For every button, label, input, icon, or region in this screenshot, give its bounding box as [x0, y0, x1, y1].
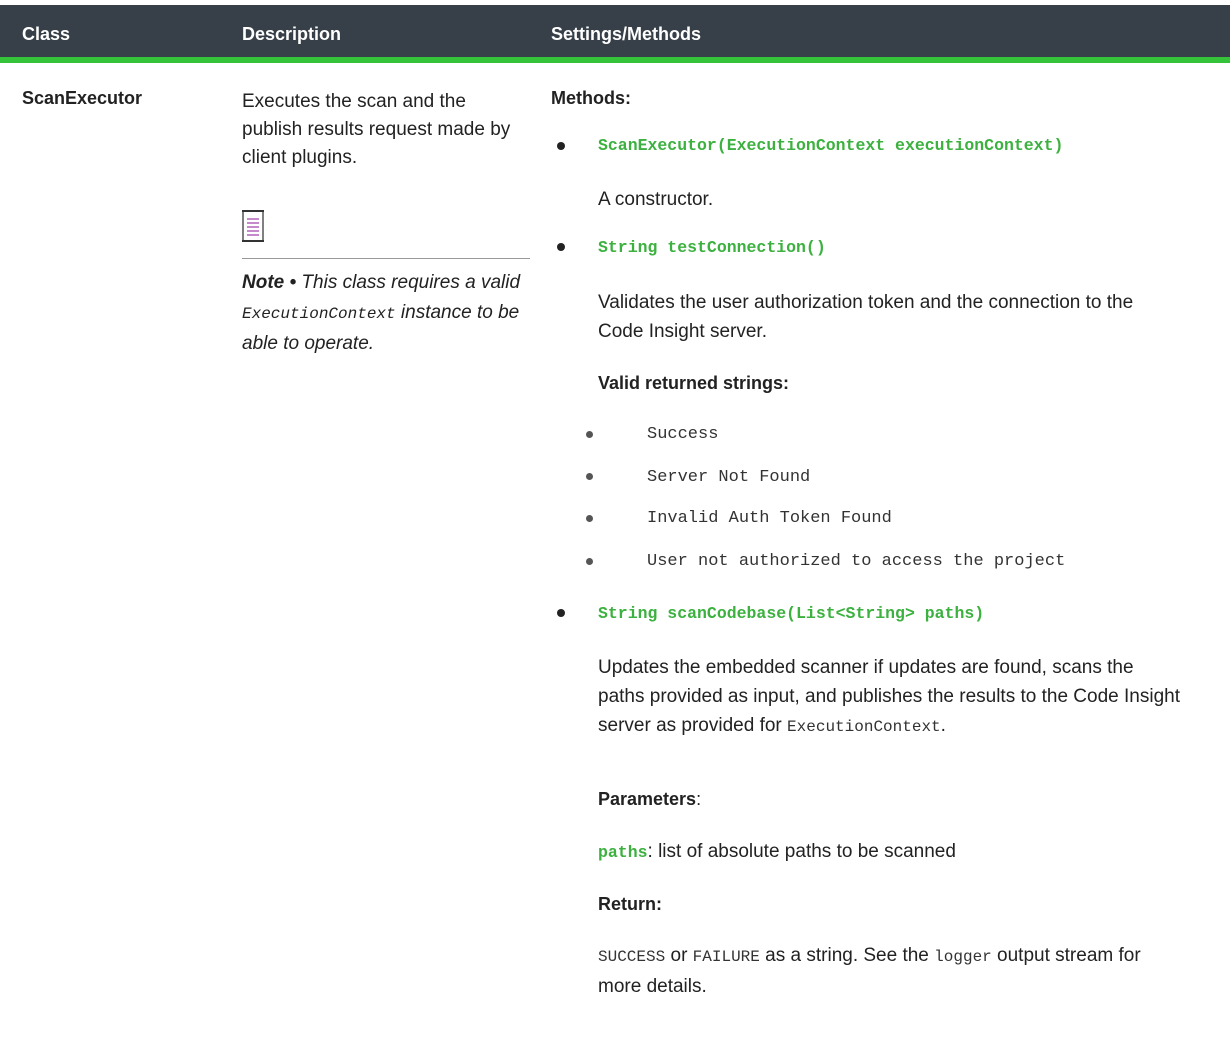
valid-strings-heading: Valid returned strings:	[598, 373, 790, 393]
method-description: Validates the user authorization token a…	[598, 292, 1134, 342]
return-failure: FAILURE	[692, 948, 760, 966]
parameters-colon: :	[696, 789, 702, 809]
return-or: or	[665, 945, 693, 966]
bullet-icon	[586, 431, 593, 438]
bullet-icon	[557, 609, 565, 617]
method-description: A constructor.	[598, 189, 714, 210]
note-text: Note • This class requires a valid Execu…	[242, 268, 530, 359]
valid-string: Success	[647, 425, 719, 444]
note-divider	[242, 258, 530, 259]
parameters-label: Parameters	[598, 789, 697, 809]
bullet-icon	[586, 515, 593, 522]
note-lead: Note •	[242, 272, 297, 293]
method-signature: String scanCodebase(List<String> paths)	[598, 604, 985, 623]
parameters-heading: Parameters:	[598, 789, 701, 810]
bullet-icon	[586, 558, 593, 565]
header-description: Description	[242, 24, 342, 44]
method-description-code: ExecutionContext	[787, 718, 941, 736]
header-accent-rule	[0, 57, 1230, 63]
note-code: ExecutionContext	[242, 305, 396, 323]
method-signature: ScanExecutor(ExecutionContext executionC…	[598, 136, 1064, 155]
return-description: SUCCESS or FAILURE as a string. See the …	[598, 941, 1188, 1001]
header-class: Class	[22, 24, 71, 44]
method-signature: String testConnection()	[598, 238, 826, 257]
parameter-description: : list of absolute paths to be scanned	[647, 841, 956, 862]
return-text-a: as a string. See the	[759, 945, 935, 966]
valid-string: Server Not Found	[647, 468, 811, 487]
valid-string: User not authorized to access the projec…	[647, 552, 1066, 571]
return-logger: logger	[934, 948, 992, 966]
class-name: ScanExecutor	[22, 88, 143, 108]
return-success: SUCCESS	[598, 948, 666, 966]
return-heading: Return:	[598, 894, 662, 914]
note-icon	[242, 210, 264, 242]
bullet-icon	[586, 473, 593, 480]
description-cell: Executes the scan and the publish result…	[242, 88, 530, 354]
parameter-name: paths	[598, 843, 648, 862]
description-text: Executes the scan and the publish result…	[242, 91, 511, 168]
table-header: Class Description Settings/Methods	[0, 5, 1230, 63]
header-settings-methods: Settings/Methods	[551, 24, 702, 44]
method-description-end: .	[940, 715, 946, 736]
bullet-icon	[557, 243, 565, 251]
method-description: Updates the embedded scanner if updates …	[598, 653, 1183, 742]
bullet-icon	[557, 142, 565, 150]
parameter-entry: paths: list of absolute paths to be scan…	[598, 841, 956, 863]
note-text-a: This class requires a valid	[296, 272, 521, 293]
class-table: Class Description Settings/Methods	[0, 5, 1230, 63]
methods-heading: Methods:	[551, 88, 631, 108]
valid-string: Invalid Auth Token Found	[647, 509, 892, 528]
